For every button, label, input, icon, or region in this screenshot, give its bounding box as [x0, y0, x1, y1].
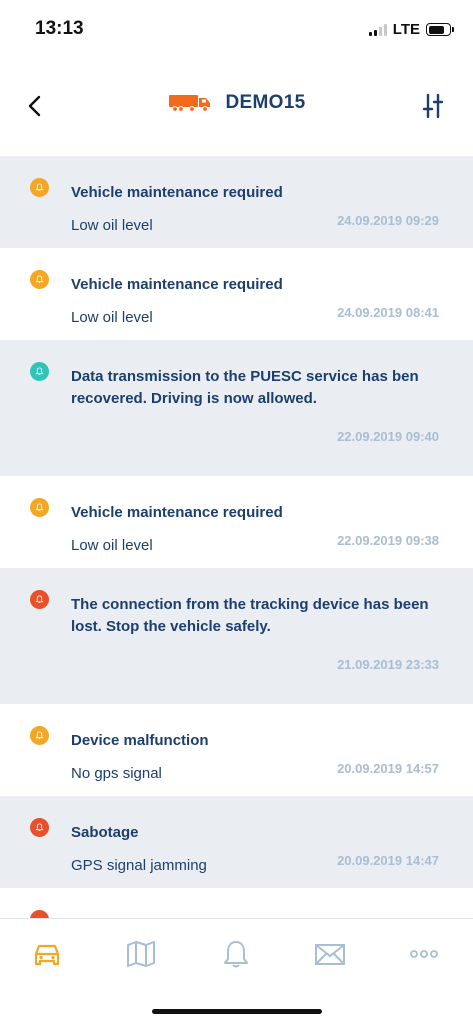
notification-list[interactable]: Vehicle maintenance required Low oil lev… — [0, 156, 473, 918]
header: DEMO15 — [0, 80, 473, 132]
notification-subtitle: Low oil level — [71, 217, 153, 234]
home-indicator[interactable] — [152, 1009, 322, 1014]
notification-item[interactable]: Vehicle maintenance required Low oil lev… — [0, 156, 473, 248]
notification-item[interactable]: Device malfunction No gps signal 20.09.2… — [0, 704, 473, 796]
sliders-icon — [422, 93, 444, 119]
bell-icon — [30, 590, 49, 609]
notification-item[interactable]: Vehicle maintenance required Low oil lev… — [0, 248, 473, 340]
envelope-icon — [315, 944, 345, 965]
notification-title: Device malfunction — [71, 732, 209, 749]
truck-icon — [168, 95, 210, 112]
notification-date: 21.09.2019 23:33 — [337, 657, 439, 672]
car-icon — [34, 944, 60, 966]
bell-icon — [30, 178, 49, 197]
bell-icon — [30, 910, 49, 918]
notification-date: 24.09.2019 08:41 — [337, 305, 439, 320]
notification-item[interactable]: Sabotage GPS signal jamming 20.09.2019 1… — [0, 796, 473, 888]
status-indicators: LTE — [368, 21, 454, 38]
bottom-tab-bar — [0, 918, 473, 1024]
tab-map[interactable] — [124, 937, 158, 971]
tab-messages[interactable] — [313, 937, 347, 971]
notification-date: 22.09.2019 09:38 — [337, 533, 439, 548]
more-icon — [410, 950, 438, 958]
tab-notifications[interactable] — [219, 937, 253, 971]
notification-date: 24.09.2019 09:29 — [337, 213, 439, 228]
status-time: 13:13 — [35, 18, 84, 39]
notification-title: Sabotage — [71, 824, 139, 841]
status-bar: 13:13 LTE — [0, 0, 473, 56]
notification-title: Vehicle maintenance required — [71, 504, 283, 521]
notification-item[interactable]: Data transmission to the PUESC service h… — [0, 340, 473, 476]
notification-title: The connection from the tracking device … — [71, 596, 429, 635]
notification-date: 20.09.2019 14:47 — [337, 853, 439, 868]
notification-date: 22.09.2019 09:40 — [337, 429, 439, 444]
map-icon — [127, 941, 155, 967]
notification-title: Vehicle maintenance required — [71, 276, 283, 293]
filter-button[interactable] — [421, 92, 445, 120]
tab-vehicles[interactable] — [30, 937, 64, 971]
bell-icon — [30, 270, 49, 289]
notification-title: Data transmission to the PUESC service h… — [71, 368, 419, 407]
notification-date: 20.09.2019 14:57 — [337, 761, 439, 776]
notification-item[interactable]: Vehicle maintenance required Low oil lev… — [0, 476, 473, 568]
battery-icon — [426, 23, 454, 36]
bell-icon — [30, 818, 49, 837]
vehicle-title: DEMO15 — [0, 92, 473, 114]
notification-item-partial[interactable] — [0, 888, 473, 918]
tab-more[interactable] — [407, 937, 441, 971]
notification-title: Vehicle maintenance required — [71, 184, 283, 201]
signal-icon — [368, 23, 387, 36]
notification-subtitle: Low oil level — [71, 309, 153, 326]
notification-subtitle: No gps signal — [71, 765, 162, 782]
notification-subtitle: Low oil level — [71, 537, 153, 554]
page-title: DEMO15 — [225, 92, 306, 113]
notification-item[interactable]: The connection from the tracking device … — [0, 568, 473, 704]
bell-icon — [30, 726, 49, 745]
bell-icon — [30, 498, 49, 517]
network-label: LTE — [392, 21, 420, 38]
bell-icon — [224, 941, 248, 968]
notification-subtitle: GPS signal jamming — [71, 857, 207, 874]
bell-icon — [30, 362, 49, 381]
